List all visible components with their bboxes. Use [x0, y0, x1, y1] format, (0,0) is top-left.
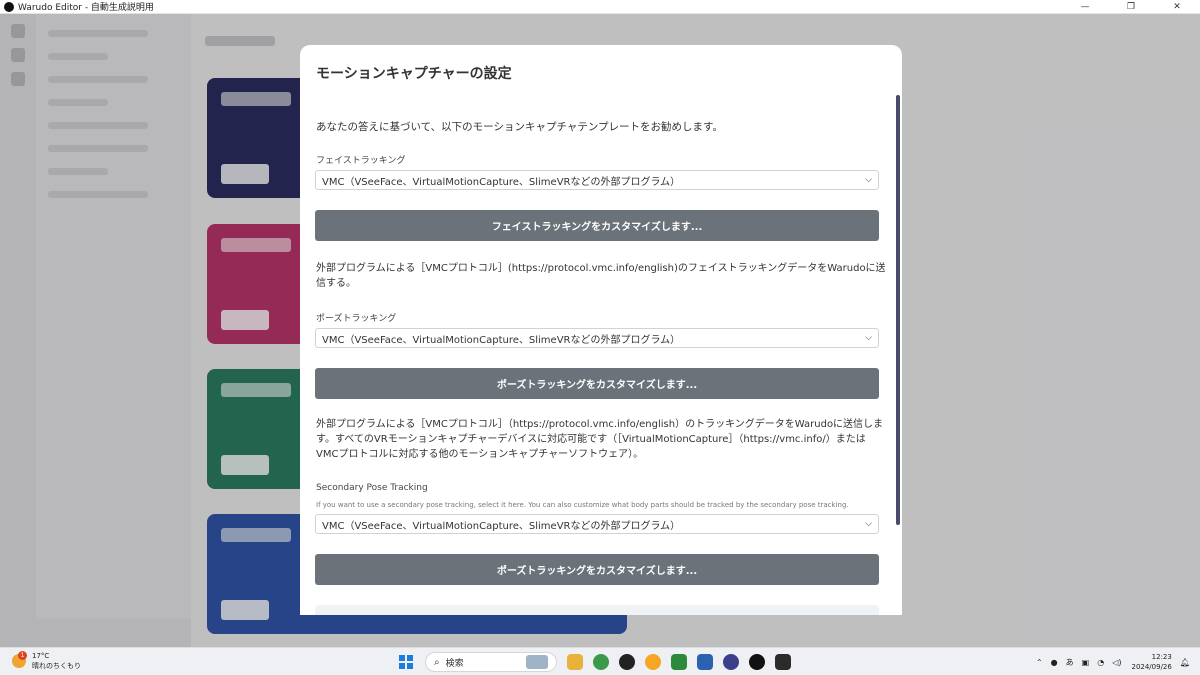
chevron-down-icon: ⌵	[865, 175, 872, 185]
secondary-pose-label: Secondary Pose Tracking	[316, 483, 428, 493]
wifi-icon[interactable]: ◔	[1097, 658, 1104, 667]
terminal-icon[interactable]	[775, 654, 791, 670]
weather-desc: 晴れのちくもり	[32, 662, 81, 670]
secondary-pose-hint: If you want to use a secondary pose trac…	[316, 501, 849, 509]
weather-widget[interactable]: 1 17°C 晴れのちくもり	[12, 651, 81, 671]
restore-button[interactable]: ❐	[1108, 0, 1154, 14]
secondary-pose-value: VMC（VSeeFace、VirtualMotionCapture、SlimeV…	[322, 520, 681, 532]
chevron-down-icon: ⌵	[865, 519, 872, 529]
warudo-taskbar-icon[interactable]	[749, 654, 765, 670]
taskbar-center: ⌕ 検索	[399, 652, 791, 672]
notification-icon[interactable]: ▣	[1082, 658, 1090, 667]
pose-tracking-description: 外部プログラムによる［VMCプロトコル］（https://protocol.vm…	[316, 419, 884, 460]
tray-app-icon[interactable]: ●	[1051, 658, 1058, 667]
search-placeholder: 検索	[445, 658, 464, 669]
minimize-button[interactable]: —	[1062, 0, 1108, 14]
start-icon[interactable]	[399, 655, 413, 669]
weather-temp: 17°C	[32, 652, 50, 660]
windows-taskbar: 1 17°C 晴れのちくもり ⌕ 検索 ⌃ ● あ ▣ ◔ ◁) 12:23 2…	[0, 647, 1200, 675]
next-section-partial	[315, 605, 879, 615]
face-tracking-label: フェイストラッキング	[316, 156, 406, 166]
notification-center-icon[interactable]: 🔔︎	[1180, 658, 1190, 667]
pose-tracking-select[interactable]: VMC（VSeeFace、VirtualMotionCapture、SlimeV…	[315, 328, 879, 348]
pose-tracking-label: ポーズトラッキング	[316, 314, 397, 324]
face-tracking-value: VMC（VSeeFace、VirtualMotionCapture、SlimeV…	[322, 176, 681, 188]
xbox-icon[interactable]	[671, 654, 687, 670]
dialog-body: あなたの答えに基づいて、以下のモーションキャプチャテンプレートをお勧めします。 …	[300, 107, 902, 615]
customize-secondary-pose-button[interactable]: ポーズトラッキングをカスタマイズします...	[315, 554, 879, 585]
window-title: Warudo Editor - 自動生成説明用	[18, 3, 154, 13]
notification-badge: 1	[18, 651, 27, 660]
warudo-logo-icon	[4, 1, 14, 12]
volume-icon[interactable]: ◁)	[1112, 658, 1121, 667]
app-icon[interactable]	[697, 654, 713, 670]
chevron-up-icon[interactable]: ⌃	[1036, 658, 1043, 667]
clock-date: 2024/09/26	[1131, 663, 1172, 671]
dialog-title: モーションキャプチャーの設定	[316, 66, 512, 82]
secondary-pose-select[interactable]: VMC（VSeeFace、VirtualMotionCapture、SlimeV…	[315, 514, 879, 534]
search-highlight-icon	[526, 655, 548, 669]
file-explorer-icon[interactable]	[567, 654, 583, 670]
intro-text: あなたの答えに基づいて、以下のモーションキャプチャテンプレートをお勧めします。	[316, 121, 723, 133]
bitcoin-app-icon[interactable]	[645, 654, 661, 670]
weather-icon: 1	[12, 651, 27, 668]
clock-time: 12:23	[1151, 653, 1172, 661]
taskbar-search[interactable]: ⌕ 検索	[425, 652, 557, 672]
face-tracking-description: 外部プログラムによる［VMCプロトコル］(https://protocol.vm…	[316, 263, 886, 289]
customize-pose-tracking-button[interactable]: ポーズトラッキングをカスタマイズします...	[315, 368, 879, 399]
system-tray: ⌃ ● あ ▣ ◔ ◁) 12:23 2024/09/26 🔔︎	[1028, 652, 1190, 672]
customize-face-tracking-button[interactable]: フェイストラッキングをカスタマイズします...	[315, 210, 879, 241]
ime-indicator[interactable]: あ	[1066, 657, 1074, 668]
window-titlebar: Warudo Editor - 自動生成説明用 — ❐ ✕	[0, 0, 1200, 14]
obs-icon[interactable]	[619, 654, 635, 670]
close-window-button[interactable]: ✕	[1154, 0, 1200, 14]
search-icon: ⌕	[434, 656, 440, 668]
window-controls: — ❐ ✕	[1062, 0, 1200, 14]
app-icon[interactable]	[723, 654, 739, 670]
dialog-scrollbar[interactable]	[896, 95, 900, 525]
pose-tracking-value: VMC（VSeeFace、VirtualMotionCapture、SlimeV…	[322, 334, 681, 346]
chevron-down-icon: ⌵	[865, 333, 872, 343]
chrome-icon[interactable]	[593, 654, 609, 670]
face-tracking-select[interactable]: VMC（VSeeFace、VirtualMotionCapture、SlimeV…	[315, 170, 879, 190]
motion-capture-setup-dialog: モーションキャプチャーの設定 あなたの答えに基づいて、以下のモーションキャプチャ…	[300, 45, 902, 615]
clock[interactable]: 12:23 2024/09/26	[1131, 652, 1171, 672]
